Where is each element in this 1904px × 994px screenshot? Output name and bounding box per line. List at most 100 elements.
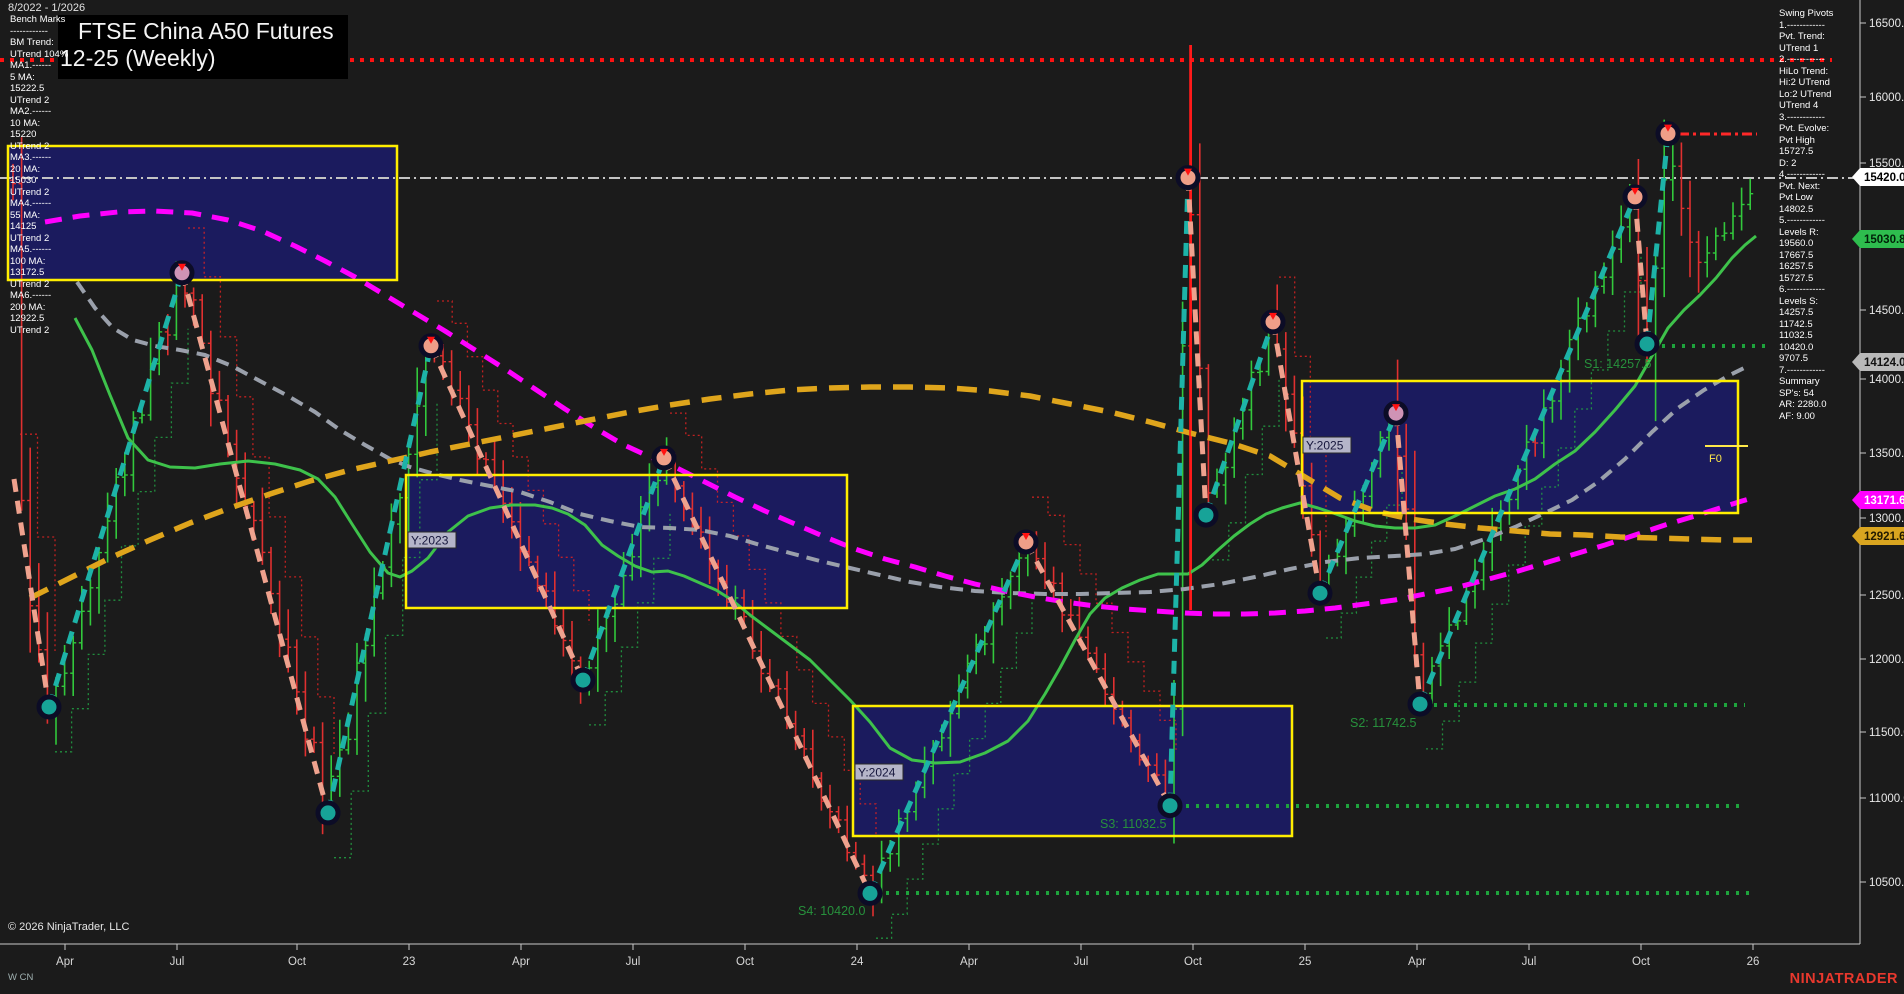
price-tag-text: 15420.0 (1864, 172, 1904, 184)
swing-pivots-line: 11742.5 (1779, 319, 1833, 331)
time-axis-label: 24 (851, 956, 864, 968)
support-label: S1: 14257.5 (1584, 357, 1651, 371)
price-axis-label: 10500.0 (1869, 877, 1904, 889)
price-axis-label: 12500.0 (1869, 590, 1904, 602)
zigzag-down-segment[interactable] (182, 273, 328, 813)
stop-steps-down (188, 228, 334, 757)
pivot-low-circle[interactable] (39, 697, 59, 717)
swing-pivots-line: Pvt High (1779, 135, 1833, 147)
swing-pivots-panel: Swing Pivots1.------------Pvt. Trend:UTr… (1779, 8, 1833, 422)
chart-title-line1: FTSE China A50 Futures (60, 18, 334, 45)
pivot-low-circle[interactable] (1637, 334, 1657, 354)
chart-canvas[interactable]: Y:2023Y:2024Y:2025S1: 14257.5S2: 11742.5… (0, 0, 1904, 994)
time-axis-label: Apr (960, 956, 978, 968)
zigzag-down-segment[interactable] (1635, 197, 1647, 344)
time-axis-label: 25 (1299, 956, 1312, 968)
bench-marks-line: UTrend 2 (10, 141, 68, 153)
time-axis-label: Apr (1408, 956, 1426, 968)
time-axis-label: Oct (1632, 956, 1651, 968)
swing-pivots-line: UTrend 1 (1779, 43, 1833, 55)
bench-marks-line: UTrend 2 (10, 187, 68, 199)
bench-marks-line: 55 MA: (10, 210, 68, 222)
chart-title: FTSE China A50 Futures 12-25 (Weekly) (58, 15, 348, 79)
pivot-low-circle[interactable] (1160, 796, 1180, 816)
price-axis-label: 14000.0 (1869, 374, 1904, 386)
year-label-text: Y:2025 (1306, 439, 1344, 453)
year-box-fill (853, 706, 1292, 836)
price-axis-label: 13000.0 (1869, 513, 1904, 525)
swing-pivots-line: 17667.5 (1779, 250, 1833, 262)
year-label-text: Y:2023 (411, 534, 449, 548)
chart-window: Y:2023Y:2024Y:2025S1: 14257.5S2: 11742.5… (0, 0, 1904, 994)
bench-marks-line: MA2.------ (10, 106, 68, 118)
bench-marks-line: UTrend 2 (10, 233, 68, 245)
year-box-fill (406, 475, 847, 608)
time-axis-label: Jul (626, 956, 641, 968)
f0-label: F0 (1709, 453, 1722, 465)
price-tag-text: 12921.6 (1864, 531, 1904, 543)
date-range-label: 8/2022 - 1/2026 (8, 2, 85, 14)
bench-marks-line: MA5.------ (10, 244, 68, 256)
swing-pivots-line: 9707.5 (1779, 353, 1833, 365)
swing-pivots-line: 19560.0 (1779, 238, 1833, 250)
swing-pivots-line: 3.------------ (1779, 112, 1833, 124)
bench-marks-line: UTrend 104% (10, 49, 68, 61)
swing-pivots-line: Swing Pivots (1779, 8, 1833, 20)
price-axis-label: 16000.0 (1869, 92, 1904, 104)
zigzag-up-segment[interactable] (1206, 322, 1273, 515)
swing-pivots-line: 5.------------ (1779, 215, 1833, 227)
swing-pivots-line: AR: 2280.0 (1779, 399, 1833, 411)
time-axis-label: 26 (1747, 956, 1760, 968)
pivot-low-circle[interactable] (318, 803, 338, 823)
zigzag-up-segment[interactable] (49, 273, 182, 707)
pivot-low-circle[interactable] (573, 670, 593, 690)
pivot-low-circle[interactable] (1196, 505, 1216, 525)
bench-marks-line: 15222.5 (10, 83, 68, 95)
time-axis-label: Jul (1074, 956, 1089, 968)
price-axis-label: 12000.0 (1869, 654, 1904, 666)
bench-marks-line: MA1.------ (10, 60, 68, 72)
swing-pivots-line: SP's: 54 (1779, 388, 1833, 400)
pivot-low-circle[interactable] (860, 883, 880, 903)
price-axis-label: 11500.0 (1869, 727, 1904, 739)
bench-marks-line: 10 MA: (10, 118, 68, 130)
pivot-low-circle[interactable] (1310, 583, 1330, 603)
time-axis-label: 23 (403, 956, 416, 968)
bench-marks-line: UTrend 2 (10, 325, 68, 337)
price-tag-text: 14124.0 (1864, 357, 1904, 369)
swing-pivots-line: AF: 9.00 (1779, 411, 1833, 423)
bench-marks-line: 15220 (10, 129, 68, 141)
swing-pivots-line: Pvt. Trend: (1779, 31, 1833, 43)
time-axis-label: Oct (1184, 956, 1203, 968)
price-tag-text: 15030.8 (1864, 234, 1904, 246)
swing-pivots-line: 7.------------ (1779, 365, 1833, 377)
swing-pivots-line: Pvt Low (1779, 192, 1833, 204)
time-axis-label: Apr (512, 956, 530, 968)
swing-pivots-line: 15727.5 (1779, 273, 1833, 285)
pivot-low-circle[interactable] (1410, 694, 1430, 714)
bench-marks-line: Bench Marks (10, 14, 68, 26)
swing-pivots-line: UTrend 4 (1779, 100, 1833, 112)
swing-pivots-line: Pvt. Next: (1779, 181, 1833, 193)
bench-marks-line: 100 MA: (10, 256, 68, 268)
swing-pivots-line: 2.------------ (1779, 54, 1833, 66)
bench-marks-line: 200 MA: (10, 302, 68, 314)
bench-marks-line: UTrend 2 (10, 279, 68, 291)
support-label: S4: 10420.0 (798, 904, 865, 918)
bench-marks-line: 13172.5 (10, 267, 68, 279)
bench-marks-line: UTrend 2 (10, 95, 68, 107)
time-axis-label: Jul (170, 956, 185, 968)
bench-marks-line: 15030 (10, 175, 68, 187)
swing-pivots-line: Summary (1779, 376, 1833, 388)
bench-marks-line: 14125 (10, 221, 68, 233)
year-box-fill (1302, 381, 1738, 513)
bench-marks-panel: Bench Marks------------BM Trend:UTrend 1… (10, 14, 68, 336)
price-axis-label: 14500.0 (1869, 305, 1904, 317)
time-axis-label: Oct (288, 956, 307, 968)
swing-pivots-line: Levels S: (1779, 296, 1833, 308)
swing-pivots-line: Lo:2 UTrend (1779, 89, 1833, 101)
copyright-label: © 2026 NinjaTrader, LLC (8, 921, 129, 933)
price-axis-label: 13500.0 (1869, 448, 1904, 460)
stop-steps-up (55, 329, 188, 752)
time-axis-label: Apr (56, 956, 74, 968)
